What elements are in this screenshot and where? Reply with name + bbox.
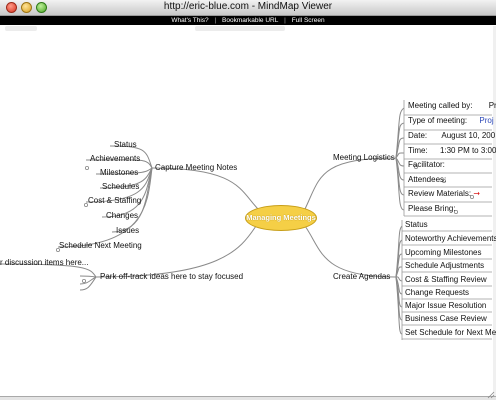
- branch-meeting-logistics[interactable]: Meeting Logistics: [333, 153, 395, 163]
- capture-item-cost-staffing[interactable]: Cost & Staffing: [88, 196, 141, 206]
- logistics-row-label: Type of meeting:: [408, 116, 468, 125]
- branch-park-ideas[interactable]: Park off-track ideas here to stay focuse…: [100, 272, 243, 282]
- logistics-row-label: Date:: [408, 131, 428, 140]
- logistics-row-label: Meeting called by:: [408, 101, 473, 110]
- logistics-row[interactable]: Type of meeting: Proj: [408, 116, 494, 126]
- capture-item-schedules[interactable]: Schedules: [102, 182, 139, 192]
- capture-item-issues[interactable]: Issues: [116, 226, 139, 236]
- logistics-row[interactable]: Date: August 10, 200: [408, 131, 495, 141]
- capture-item-status[interactable]: Status: [114, 140, 137, 150]
- capture-item-milestones[interactable]: Milestones: [100, 168, 138, 178]
- branch-create-agendas[interactable]: Create Agendas: [333, 272, 390, 282]
- capture-item-schedule-next-meeting[interactable]: Schedule Next Meeting: [59, 241, 142, 251]
- resize-grip-icon[interactable]: [487, 391, 495, 399]
- logistics-row-value: 1:30 PM to 3:00: [439, 146, 496, 155]
- logistics-row-value: Proj: [479, 116, 494, 125]
- agenda-item[interactable]: Major Issue Resolution: [405, 301, 486, 311]
- capture-item-achievements[interactable]: Achievements: [90, 154, 140, 164]
- mindmap-canvas[interactable]: [0, 0, 496, 400]
- park-item-discussion[interactable]: r discussion items here...: [0, 258, 88, 268]
- logistics-row[interactable]: Time: 1:30 PM to 3:00: [408, 146, 496, 156]
- logistics-row-facilitator[interactable]: Facilitator:: [408, 160, 445, 170]
- arrow-right-icon: ➞: [473, 189, 481, 198]
- agenda-item[interactable]: Cost & Staffing Review: [405, 275, 487, 285]
- logistics-row-label: Review Materials:: [408, 189, 472, 198]
- branch-connector: [151, 167, 259, 210]
- agenda-item[interactable]: Upcoming Milestones: [405, 248, 481, 258]
- agenda-item[interactable]: Business Case Review: [405, 314, 487, 324]
- agenda-item[interactable]: Set Schedule for Next Mee: [405, 328, 496, 338]
- logistics-row-attendees[interactable]: Attendees:: [408, 175, 446, 185]
- window-bottom-bar: [0, 396, 496, 400]
- branch-connector: [304, 157, 397, 210]
- capture-item-changes[interactable]: Changes: [106, 211, 138, 221]
- logistics-row-value: August 10, 200: [441, 131, 496, 140]
- logistics-row-label: Time:: [408, 146, 428, 155]
- logistics-row[interactable]: Review Materials: ➞: [408, 189, 480, 199]
- mindmap-viewer-window: http://eric-blue.com - MindMap Viewer Wh…: [0, 0, 496, 400]
- logistics-row-value: Pr: [488, 101, 496, 110]
- central-topic-node[interactable]: Managing Meetings: [245, 205, 317, 231]
- agenda-item[interactable]: Schedule Adjustments: [405, 261, 484, 271]
- branch-capture-meeting-notes[interactable]: Capture Meeting Notes: [155, 163, 237, 173]
- branch-connector: [304, 225, 397, 278]
- logistics-row-please-bring[interactable]: Please Bring:: [408, 204, 456, 214]
- logistics-row[interactable]: Meeting called by: Pr: [408, 101, 496, 111]
- agenda-item[interactable]: Change Requests: [405, 288, 469, 298]
- agenda-item[interactable]: Status: [405, 220, 428, 230]
- agenda-item[interactable]: Noteworthy Achievements: [405, 234, 496, 244]
